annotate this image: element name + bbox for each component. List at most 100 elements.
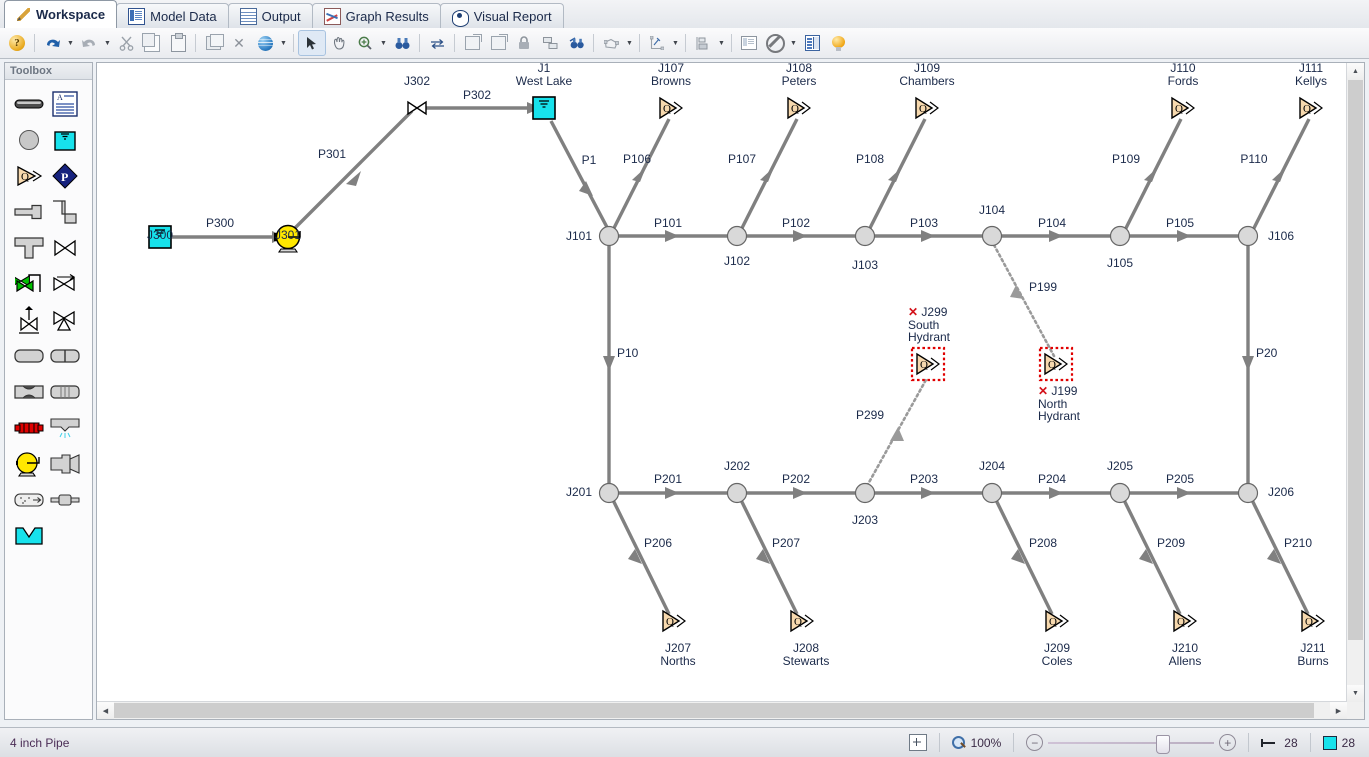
disable-dropdown-arrow[interactable]: ▼ — [788, 31, 799, 55]
vertical-scrollbar[interactable]: ▲ ▼ — [1346, 63, 1364, 702]
pump-tool[interactable] — [11, 446, 47, 482]
node-label: J106 — [1268, 229, 1295, 243]
node-label: J300 — [146, 228, 174, 242]
annotation-button[interactable] — [644, 31, 670, 55]
screen-tool[interactable] — [47, 374, 83, 410]
dead-end-tool[interactable] — [11, 194, 47, 230]
scroll-down-button[interactable]: ▼ — [1347, 685, 1364, 702]
send-to-back-button[interactable] — [485, 31, 511, 55]
assigned-pressure-tool[interactable]: P — [47, 158, 83, 194]
help-button[interactable]: ? — [4, 31, 30, 55]
tab-workspace[interactable]: Workspace — [4, 0, 118, 28]
area-change-tool[interactable] — [11, 338, 47, 374]
scroll-up-button[interactable]: ▲ — [1347, 63, 1364, 80]
delete-button[interactable]: ✕ — [226, 31, 252, 55]
node-label: J211 Burns — [1297, 641, 1329, 668]
scroll-left-button[interactable]: ◀ — [97, 702, 114, 719]
pan-tool-button[interactable] — [326, 31, 352, 55]
duplicate-button[interactable] — [200, 31, 226, 55]
tab-model-data[interactable]: Model Data — [116, 3, 229, 28]
valve-tool[interactable] — [47, 230, 83, 266]
zoom-tool-button[interactable] — [352, 31, 378, 55]
zoom-level[interactable]: 100% — [946, 728, 1008, 757]
three-way-valve-tool[interactable] — [47, 302, 83, 338]
group-button[interactable] — [537, 31, 563, 55]
reservoir-tool[interactable] — [47, 122, 83, 158]
select-tool-button[interactable] — [298, 30, 326, 56]
redo-dropdown-arrow[interactable]: ▼ — [102, 31, 113, 55]
tab-graph-results[interactable]: Graph Results — [311, 3, 441, 28]
align-button[interactable] — [690, 31, 716, 55]
status-separator — [1013, 733, 1015, 752]
global-button[interactable] — [252, 31, 278, 55]
find-button[interactable] — [389, 31, 415, 55]
relief-valve-tool[interactable] — [11, 302, 47, 338]
check-valve-tool[interactable] — [47, 266, 83, 302]
pipe-tool[interactable] — [11, 86, 47, 122]
list-button[interactable] — [799, 31, 825, 55]
annotation-tool[interactable]: A — [47, 86, 83, 122]
control-valve-tool[interactable] — [11, 266, 47, 302]
properties-panel-button[interactable] — [736, 31, 762, 55]
hint-button[interactable] — [825, 31, 851, 55]
relief-valve-icon — [17, 306, 41, 334]
global-dropdown-arrow[interactable]: ▼ — [278, 31, 289, 55]
toolbar-separator — [293, 34, 294, 52]
pipe-label: P102 — [781, 216, 811, 230]
fit-to-window-button[interactable] — [903, 728, 933, 757]
paste-button[interactable] — [165, 31, 191, 55]
bend-tool[interactable] — [47, 194, 83, 230]
bring-front-icon — [464, 34, 482, 50]
align-dropdown-arrow[interactable]: ▼ — [716, 31, 727, 55]
weir-tool[interactable] — [11, 518, 47, 554]
network-canvas[interactable]: Q Q Q Q Q Q Q Q Q Q Q Q J300 J301 J302 J… — [97, 63, 1351, 703]
horizontal-scroll-thumb[interactable] — [114, 703, 1314, 718]
zoom-in-button[interactable]: + — [1219, 734, 1237, 751]
reverse-direction-button[interactable] — [424, 31, 450, 55]
node-label: J103 — [851, 258, 879, 272]
zoom-slider-group[interactable]: − + — [1020, 728, 1242, 757]
tab-output[interactable]: Output — [227, 3, 313, 28]
branch-tool[interactable] — [11, 230, 47, 266]
assigned-flow-tool[interactable]: Q — [11, 158, 47, 194]
nozzle-tool[interactable] — [47, 446, 83, 482]
filter-tool[interactable] — [11, 482, 47, 518]
vertical-scroll-thumb[interactable] — [1348, 80, 1363, 640]
pipe-icon — [14, 97, 44, 111]
zoom-slider-thumb[interactable] — [1156, 734, 1171, 754]
junction-tool[interactable] — [11, 122, 47, 158]
redo-button[interactable] — [76, 31, 102, 55]
copy-button[interactable] — [139, 31, 165, 55]
horizontal-scrollbar[interactable]: ◀ ▶ — [97, 701, 1347, 719]
volume-balance-tool[interactable] — [47, 482, 83, 518]
tab-visual-report[interactable]: Visual Report — [439, 3, 564, 28]
node-label: J104 — [978, 203, 1006, 217]
orifice-tool[interactable] — [47, 338, 83, 374]
undo-dropdown-arrow[interactable]: ▼ — [65, 31, 76, 55]
zoom-slider[interactable] — [1048, 734, 1215, 754]
heat-exchanger-tool[interactable] — [11, 410, 47, 446]
pipe-label: P203 — [909, 472, 939, 486]
svg-text:Q: Q — [1305, 616, 1313, 628]
workspace-area: Q Q Q Q Q Q Q Q Q Q Q Q J300 J301 J302 J… — [96, 62, 1365, 720]
scroll-right-button[interactable]: ▶ — [1330, 702, 1347, 719]
zoom-out-button[interactable]: − — [1026, 734, 1044, 751]
pipe-label: P210 — [1283, 536, 1313, 550]
node-label: J101 — [565, 229, 592, 243]
disable-button[interactable] — [762, 31, 788, 55]
svg-text:Q: Q — [794, 616, 802, 628]
find-objects-button[interactable] — [563, 31, 589, 55]
draw-polygon-button[interactable] — [598, 31, 624, 55]
zoom-dropdown-arrow[interactable]: ▼ — [378, 31, 389, 55]
spray-discharge-tool[interactable] — [47, 410, 83, 446]
venturi-tool[interactable] — [11, 374, 47, 410]
volume-balance-icon — [50, 492, 80, 508]
lock-button[interactable] — [511, 31, 537, 55]
filter-icon — [14, 492, 44, 508]
cut-button[interactable] — [113, 31, 139, 55]
polygon-dropdown-arrow[interactable]: ▼ — [624, 31, 635, 55]
pipe-count: 28 — [1255, 728, 1303, 757]
bring-to-front-button[interactable] — [459, 31, 485, 55]
annotation-dropdown-arrow[interactable]: ▼ — [670, 31, 681, 55]
undo-button[interactable] — [39, 31, 65, 55]
